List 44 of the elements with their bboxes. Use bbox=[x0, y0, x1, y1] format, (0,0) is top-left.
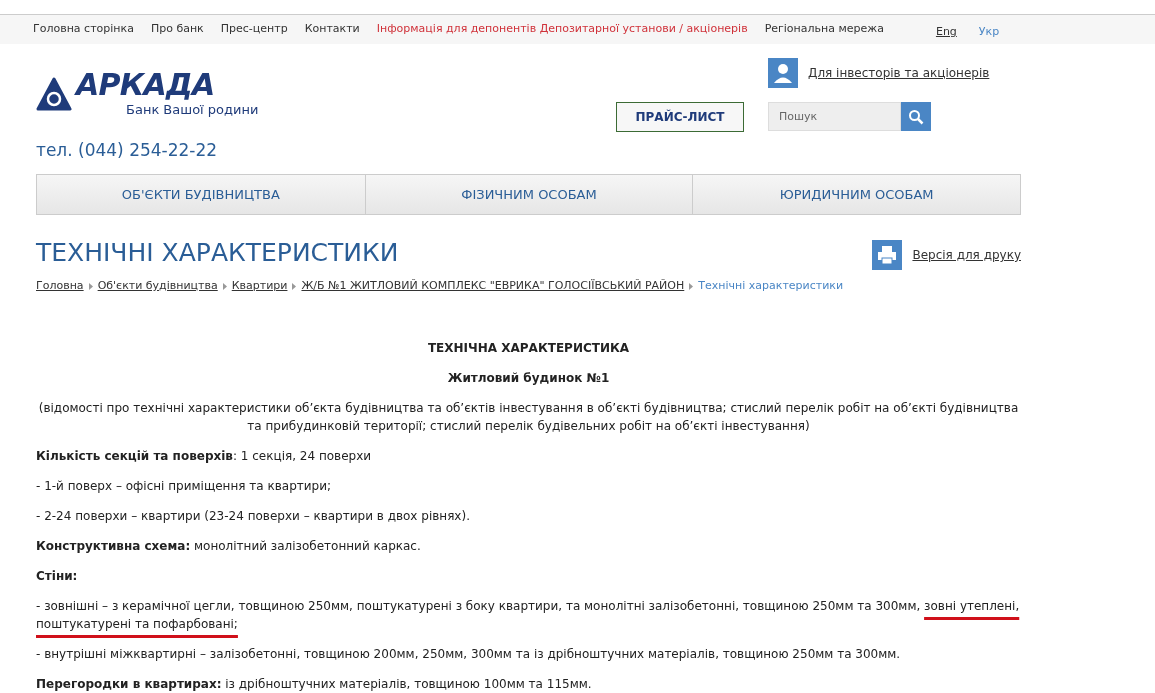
language-link[interactable]: Eng bbox=[935, 24, 957, 41]
logo-tagline: Банк Вашої родини bbox=[126, 101, 259, 119]
page-title: ТЕХНІЧНІ ХАРАКТЕРИСТИКИ bbox=[36, 237, 400, 269]
main-nav-tab[interactable]: ЮРИДИЧНИМ ОСОБАМ bbox=[692, 175, 1020, 214]
logo-name: АРКАДА bbox=[76, 70, 216, 100]
section-heading: ТЕХНІЧНА ХАРАКТЕРИСТИКА bbox=[426, 339, 631, 357]
section-heading: Житловий будинок №1 bbox=[446, 369, 611, 387]
paragraph: Конструктивна схема: монолітний залізобетонний каркас. bbox=[36, 537, 422, 555]
paragraph: - 2-24 поверхи – квартири (23-24 поверхи – квартири в двох рівнях). bbox=[36, 507, 471, 525]
language-link[interactable]: Укр bbox=[978, 24, 1000, 41]
breadcrumb-link[interactable]: Квартири bbox=[231, 278, 288, 295]
top-menu-link[interactable]: Контакти bbox=[304, 21, 360, 38]
top-menu-link[interactable]: Інформація для депонентів Депозитарної установи / акціонерів bbox=[376, 21, 748, 38]
paragraph: - зовнішні – з керамічної цегли, товщиною 250мм, поштукатурені з боку квартири, та монолітні залізобетонні, товщиною 250мм та 300мм, зовні утеплені, поштукатурені та пофарбовані; bbox=[36, 597, 1021, 633]
chevron-icon bbox=[88, 282, 93, 290]
user-icon bbox=[768, 58, 798, 88]
top-menu-link[interactable]: Головна сторінка bbox=[33, 21, 134, 38]
breadcrumb-link[interactable]: Технічні характеристики bbox=[698, 278, 844, 295]
breadcrumb-link[interactable]: Ж/Б №1 ЖИТЛОВИЙ КОМПЛЕКС "ЕВРИКА" ГОЛОСІЇВСЬКИЙ РАЙОН bbox=[301, 278, 685, 295]
chevron-icon bbox=[222, 282, 227, 290]
paragraph: Кількість секцій та поверхів: 1 секція, 24 поверхи bbox=[36, 447, 373, 465]
printer-icon bbox=[872, 240, 903, 270]
paragraph: - внутрішні міжквартирні – залізобетонні, товщиною 200мм, 250мм, 300мм та із дрібноштучних матеріалів, товщиною 250мм та 300мм. bbox=[36, 645, 902, 663]
investors-link[interactable]: Для інвесторів та акціонерів bbox=[808, 64, 990, 82]
chevron-icon bbox=[292, 282, 297, 290]
print-version-link[interactable]: Версія для друку bbox=[912, 246, 1021, 264]
paragraph: Перегородки в квартирах: із дрібноштучних матеріалів, товщиною 100мм та 115мм. bbox=[36, 675, 593, 693]
price-list-button[interactable]: ПРАЙС-ЛИСТ bbox=[616, 102, 744, 132]
paragraph: - 1-й поверх – офісні приміщення та квартири; bbox=[36, 477, 332, 495]
logo-icon bbox=[36, 76, 72, 113]
main-nav-tab[interactable]: ОБ'ЄКТИ БУДІВНИЦТВА bbox=[37, 175, 365, 214]
search-field[interactable]: Пошук bbox=[768, 102, 901, 131]
chevron-icon bbox=[689, 282, 694, 290]
phone-number: тел. (044) 254-22-22 bbox=[36, 138, 219, 162]
top-menu-link[interactable]: Про банк bbox=[150, 21, 204, 38]
main-nav-tab[interactable]: ФІЗИЧНИМ ОСОБАМ bbox=[364, 175, 693, 214]
breadcrumb-link[interactable]: Головна bbox=[36, 278, 84, 295]
top-menu-link[interactable]: Регіональна мережа bbox=[764, 21, 884, 38]
breadcrumb-link[interactable]: Об'єкти будівництва bbox=[97, 278, 218, 295]
paragraph: Стіни: bbox=[36, 567, 79, 585]
top-menu-link[interactable]: Прес-центр bbox=[220, 21, 288, 38]
search-button[interactable] bbox=[901, 102, 931, 131]
description-note: (відомості про технічні характеристики об’єкта будівництва та об’єктів інвестування в об’єкті будівництва; стислий перелік робіт на об’єкті будівництва та прибудинковій території; стислий перелік будівельних робіт на об’єкті інвестування) bbox=[37, 399, 1020, 435]
search-icon bbox=[908, 108, 924, 125]
